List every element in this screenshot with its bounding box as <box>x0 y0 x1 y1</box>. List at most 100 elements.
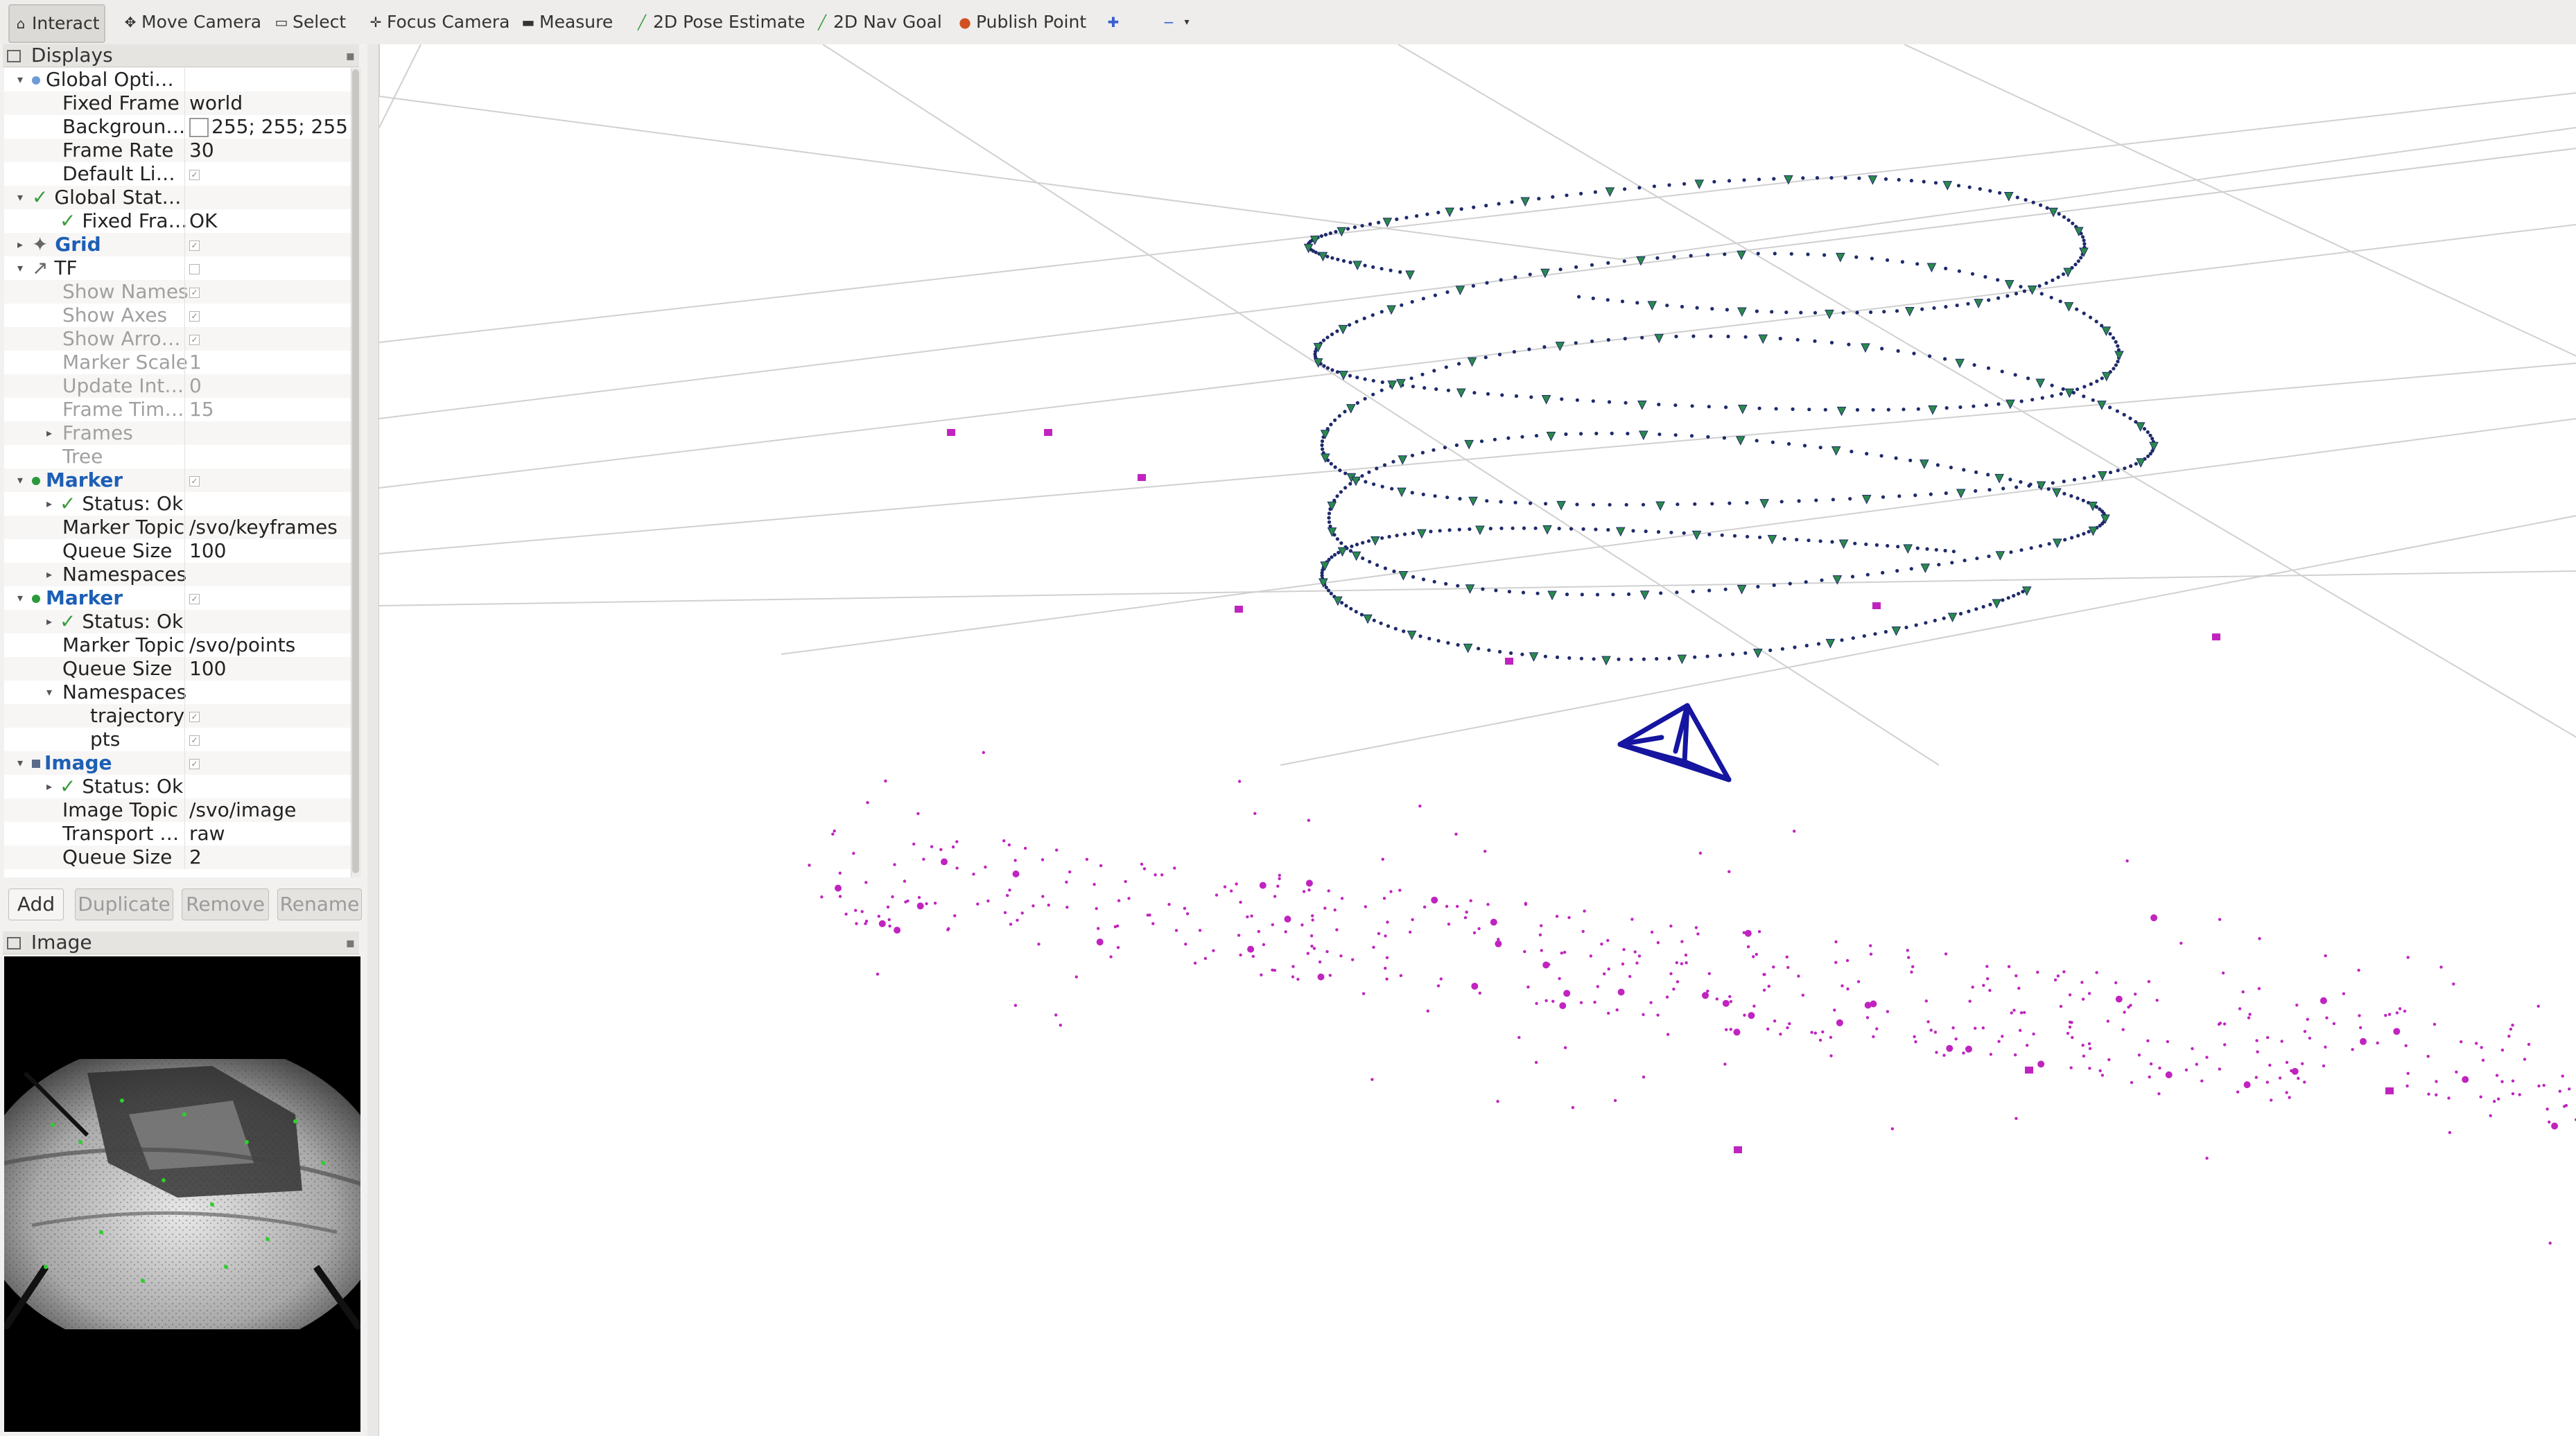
displays-tree[interactable]: ▾ Global Opti… Fixed Frame world Backgro… <box>4 68 351 877</box>
color-swatch[interactable] <box>189 118 209 137</box>
tree-row-transport-hint[interactable]: Transport … raw <box>4 822 351 846</box>
tree-row-queue-size[interactable]: Queue Size 100 <box>4 539 351 563</box>
rename-display-button[interactable]: Rename <box>277 888 362 920</box>
expand-down-icon[interactable]: ▾ <box>14 186 26 209</box>
tree-row-default-light[interactable]: Default Li… ✓ <box>4 162 351 186</box>
expand-down-icon[interactable]: ▾ <box>43 681 55 704</box>
expand-down-icon[interactable]: ▾ <box>14 586 26 610</box>
transport-hint-field[interactable]: raw <box>184 822 351 846</box>
expand-down-icon[interactable]: ▾ <box>14 256 26 280</box>
checkbox-checked[interactable]: ✓ <box>189 287 200 298</box>
tree-row-namespaces[interactable]: ▸ Namespaces <box>4 563 351 586</box>
displays-scrollbar-thumb[interactable] <box>352 69 359 873</box>
scene-canvas[interactable] <box>379 44 2576 1436</box>
tree-row-marker-scale[interactable]: Marker Scale 1 <box>4 351 351 374</box>
tree-row-namespace-pts[interactable]: pts ✓ <box>4 728 351 751</box>
tree-row-marker-status[interactable]: ▸ ✓ Status: Ok <box>4 610 351 633</box>
tree-row-image-status[interactable]: ▸ ✓ Status: Ok <box>4 775 351 798</box>
tree-row-frame-rate[interactable]: Frame Rate 30 <box>4 139 351 162</box>
add-tool-button[interactable]: ✚ <box>1102 4 1124 40</box>
marker-topic-field[interactable]: /svo/keyframes <box>184 516 351 539</box>
pose-estimate-tool-button[interactable]: ╱ 2D Pose Estimate <box>631 4 809 40</box>
row-value[interactable]: 1 <box>184 351 351 374</box>
tree-row-tf[interactable]: ▾ ↗ TF <box>4 256 351 280</box>
checkbox-unchecked[interactable] <box>189 263 200 274</box>
remove-display-button[interactable]: Remove <box>182 888 269 920</box>
publish-point-tool-button[interactable]: ● Publish Point <box>954 4 1090 40</box>
row-value[interactable]: 15 <box>184 398 351 421</box>
focus-camera-tool-button[interactable]: ✛ Focus Camera <box>365 4 514 40</box>
checkbox-checked[interactable]: ✓ <box>189 475 200 487</box>
cloud-point <box>2149 1062 2153 1066</box>
tree-row-show-axes[interactable]: Show Axes ✓ <box>4 304 351 327</box>
tree-row-global-status[interactable]: ▾ ✓ Global Stat… <box>4 186 351 209</box>
checkbox-checked[interactable]: ✓ <box>189 240 200 251</box>
tree-row-marker-status[interactable]: ▸ ✓ Status: Ok <box>4 492 351 516</box>
checkbox-checked[interactable]: ✓ <box>189 758 200 769</box>
tree-row-global-options[interactable]: ▾ Global Opti… <box>4 68 351 91</box>
tree-row-image-topic[interactable]: Image Topic /svo/image <box>4 798 351 822</box>
tree-row-grid[interactable]: ▸ ✦ Grid ✓ <box>4 233 351 256</box>
checkbox-checked[interactable]: ✓ <box>189 169 200 180</box>
checkbox-checked[interactable]: ✓ <box>189 735 200 746</box>
tree-row-marker-keyframes[interactable]: ▾ Marker ✓ <box>4 469 351 492</box>
tree-row-tree[interactable]: Tree <box>4 445 351 469</box>
tree-row-queue-size[interactable]: Queue Size 100 <box>4 657 351 681</box>
tree-row-marker-points[interactable]: ▾ Marker ✓ <box>4 586 351 610</box>
expand-down-icon[interactable]: ▾ <box>14 469 26 492</box>
image-topic-field[interactable]: /svo/image <box>184 798 351 822</box>
expand-right-icon[interactable]: ▸ <box>43 421 55 445</box>
expand-right-icon[interactable]: ▸ <box>43 775 55 798</box>
tree-row-queue-size[interactable]: Queue Size 2 <box>4 846 351 869</box>
tree-row-show-arrows[interactable]: Show Arro… ✓ <box>4 327 351 351</box>
expand-right-icon[interactable]: ▸ <box>43 563 55 586</box>
tree-row-marker-topic[interactable]: Marker Topic /svo/points <box>4 633 351 657</box>
row-value[interactable]: 0 <box>184 374 351 398</box>
expand-down-icon[interactable]: ▾ <box>14 68 26 91</box>
tree-row-image[interactable]: ▾ Image ✓ <box>4 751 351 775</box>
move-camera-tool-button[interactable]: ✥ Move Camera <box>119 4 266 40</box>
tree-row-namespaces[interactable]: ▾ Namespaces <box>4 681 351 704</box>
remove-tool-dropdown[interactable]: − ▾ <box>1158 4 1198 40</box>
queue-size-field[interactable]: 100 <box>184 539 351 563</box>
queue-size-field[interactable]: 100 <box>184 657 351 681</box>
interact-tool-button[interactable]: ⌂ Interact <box>8 4 105 43</box>
expand-right-icon[interactable]: ▸ <box>43 610 55 633</box>
tree-row-background[interactable]: Backgroun… 255; 255; 255 <box>4 115 351 139</box>
expand-right-icon[interactable]: ▸ <box>14 233 26 256</box>
checkbox-checked[interactable]: ✓ <box>189 593 200 604</box>
grid-line <box>1280 515 2576 766</box>
panel-splitter[interactable] <box>367 44 378 1436</box>
check-ok-icon: ✓ <box>60 775 76 798</box>
tree-row-frame-timeout[interactable]: Frame Tim… 15 <box>4 398 351 421</box>
checkbox-checked[interactable]: ✓ <box>189 310 200 322</box>
background-color-field[interactable]: 255; 255; 255 <box>184 115 351 139</box>
panel-float-icon[interactable]: ▪ <box>345 44 355 67</box>
queue-size-field[interactable]: 2 <box>184 846 351 869</box>
tree-row-marker-topic[interactable]: Marker Topic /svo/keyframes <box>4 516 351 539</box>
fixed-frame-field[interactable]: world <box>184 91 351 115</box>
cloud-point <box>2087 1042 2091 1046</box>
select-tool-button[interactable]: ▭ Select <box>270 4 350 40</box>
tree-row-namespace-trajectory[interactable]: trajectory ✓ <box>4 704 351 728</box>
trajectory-point <box>1956 184 1961 188</box>
tree-row-show-names[interactable]: Show Names ✓ <box>4 280 351 304</box>
tree-row-fixed-frame[interactable]: Fixed Frame world <box>4 91 351 115</box>
expand-down-icon[interactable]: ▾ <box>14 751 26 775</box>
duplicate-display-button[interactable]: Duplicate <box>75 888 173 920</box>
tree-row-update-interval[interactable]: Update Int… 0 <box>4 374 351 398</box>
expand-right-icon[interactable]: ▸ <box>43 492 55 516</box>
checkbox-checked[interactable]: ✓ <box>189 711 200 722</box>
add-display-button[interactable]: Add <box>8 888 64 920</box>
nav-goal-tool-button[interactable]: ╱ 2D Nav Goal <box>811 4 946 40</box>
panel-float-icon[interactable]: ▪ <box>345 931 355 954</box>
marker-topic-field[interactable]: /svo/points <box>184 633 351 657</box>
3d-render-viewport[interactable] <box>378 44 2576 1436</box>
tree-row-frames[interactable]: ▸ Frames <box>4 421 351 445</box>
cloud-point <box>2036 970 2039 974</box>
frame-rate-field[interactable]: 30 <box>184 139 351 162</box>
checkbox-checked[interactable]: ✓ <box>189 334 200 345</box>
tree-row-fixed-frame-status[interactable]: ✓ Fixed Fra… OK <box>4 209 351 233</box>
trajectory-point <box>1404 216 1409 220</box>
measure-tool-button[interactable]: ▬ Measure <box>517 4 617 40</box>
